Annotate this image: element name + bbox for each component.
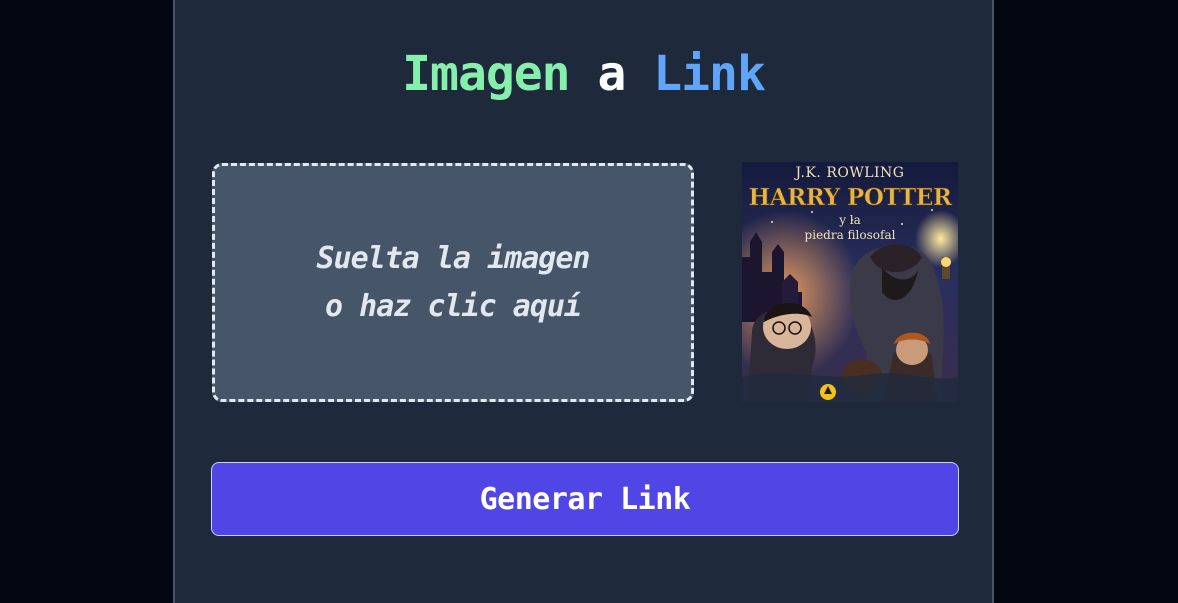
generate-link-button[interactable]: Generar Link [211, 462, 959, 536]
book-cover-image: J.K. ROWLING HARRY POTTER y la piedra fi… [742, 162, 958, 402]
dropzone-text-line-1: Suelta la imagen [316, 240, 591, 276]
main-card: Imagen a Link Suelta la imagen o haz cli… [173, 0, 994, 603]
page-background: Imagen a Link Suelta la imagen o haz cli… [0, 0, 1178, 603]
page-title: Imagen a Link [175, 44, 992, 104]
image-preview: J.K. ROWLING HARRY POTTER y la piedra fi… [742, 162, 958, 402]
title-word-imagen: Imagen [402, 46, 570, 102]
dropzone-text-line-2: o haz clic aquí [325, 288, 582, 324]
title-word-a: a [597, 46, 626, 102]
cover-subtitle-2: piedra filosofal [805, 228, 896, 242]
cover-author: J.K. ROWLING [793, 165, 904, 181]
image-dropzone[interactable]: Suelta la imagen o haz clic aquí [212, 163, 694, 402]
cover-subtitle-1: y la [838, 213, 861, 227]
cover-title: HARRY POTTER [749, 184, 953, 211]
title-word-link: Link [653, 46, 766, 102]
